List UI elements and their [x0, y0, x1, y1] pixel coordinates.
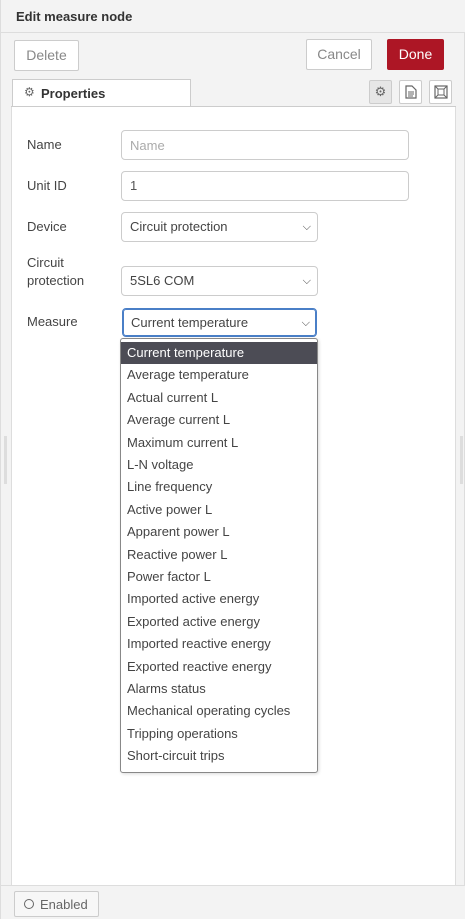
dropdown-option[interactable]: Imported active energy: [121, 588, 317, 610]
measure-dropdown-list: Current temperature Average temperature Ac…: [120, 338, 318, 773]
left-resize-handle[interactable]: [4, 436, 7, 484]
dropdown-option[interactable]: Exported active energy: [121, 611, 317, 633]
circuit-protection-select-value: 5SL6 COM: [130, 273, 195, 288]
tab-properties-label: Properties: [41, 86, 106, 101]
gear-icon: ⚙: [374, 84, 387, 99]
description-tab-button[interactable]: [399, 80, 422, 104]
dropdown-option[interactable]: Short-circuit trips: [121, 745, 317, 767]
unit-id-label: Unit ID: [27, 178, 67, 193]
circuit-protection-label-line1: Circuit: [27, 255, 64, 270]
name-input[interactable]: [121, 130, 409, 160]
dropdown-option[interactable]: Current temperature: [121, 342, 317, 364]
dropdown-option[interactable]: Line frequency: [121, 476, 317, 498]
gear-icon: ⚙: [24, 85, 35, 99]
dropdown-option[interactable]: Mechanical operating cycles: [121, 700, 317, 722]
circuit-protection-select[interactable]: 5SL6 COM ⌵: [121, 266, 318, 296]
delete-button[interactable]: Delete: [14, 40, 79, 71]
frame-icon: [433, 85, 448, 99]
measure-select[interactable]: Current temperature ⌵: [122, 308, 317, 337]
dropdown-option[interactable]: Exported reactive energy: [121, 656, 317, 678]
done-button[interactable]: Done: [387, 39, 444, 70]
circuit-protection-label-line2: protection: [27, 273, 85, 288]
right-resize-handle[interactable]: [460, 436, 463, 484]
dropdown-option[interactable]: Power factor L: [121, 566, 317, 588]
cancel-button[interactable]: Cancel: [306, 39, 372, 70]
tray-header: Edit measure node: [1, 0, 465, 33]
dropdown-option[interactable]: Tripping operations: [121, 723, 317, 745]
unit-id-input[interactable]: 1: [121, 171, 409, 201]
dropdown-option[interactable]: Alarms status: [121, 678, 317, 700]
tab-properties[interactable]: ⚙ Properties: [12, 79, 191, 107]
dropdown-option[interactable]: Imported reactive energy: [121, 633, 317, 655]
name-label: Name: [27, 137, 62, 152]
device-label: Device: [27, 219, 67, 234]
appearance-tab-button[interactable]: [429, 80, 452, 104]
dropdown-option[interactable]: Average current L: [121, 409, 317, 431]
document-icon: [404, 85, 417, 99]
device-select[interactable]: Circuit protection ⌵: [121, 212, 318, 242]
settings-tab-button[interactable]: ⚙: [369, 80, 392, 104]
chevron-down-icon: ⌵: [302, 221, 311, 233]
chevron-down-icon: ⌵: [302, 275, 311, 287]
chevron-down-icon: ⌵: [301, 317, 310, 329]
dropdown-option[interactable]: Average temperature: [121, 364, 317, 386]
circle-icon: [24, 899, 34, 909]
measure-select-value: Current temperature: [131, 315, 249, 330]
dropdown-option[interactable]: Active power L: [121, 499, 317, 521]
enabled-toggle-button[interactable]: Enabled: [14, 891, 99, 917]
device-select-value: Circuit protection: [130, 219, 228, 234]
dropdown-option[interactable]: Actual current L: [121, 387, 317, 409]
measure-label: Measure: [27, 314, 78, 329]
dropdown-option[interactable]: Reactive power L: [121, 544, 317, 566]
enabled-label: Enabled: [40, 897, 88, 912]
dropdown-option[interactable]: L-N voltage: [121, 454, 317, 476]
edit-node-tray: Edit measure node Delete Cancel Done ⚙ P…: [0, 0, 465, 919]
dropdown-option[interactable]: Apparent power L: [121, 521, 317, 543]
tray-title: Edit measure node: [16, 9, 133, 24]
dropdown-option[interactable]: Maximum current L: [121, 432, 317, 454]
